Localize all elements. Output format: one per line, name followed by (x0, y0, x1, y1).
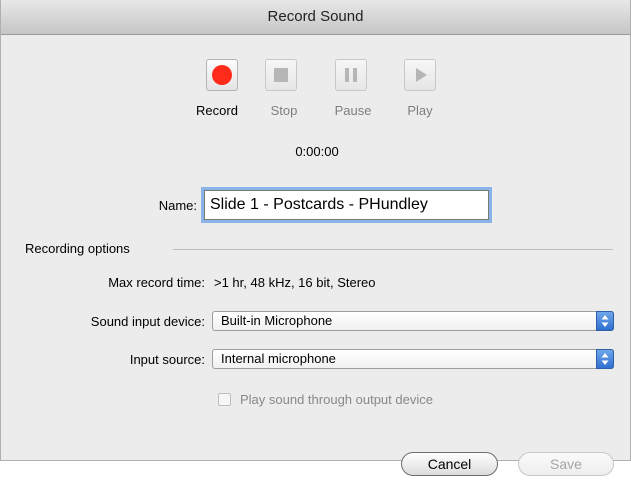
elapsed-time: 0:00:00 (295, 144, 339, 159)
play-button[interactable] (404, 59, 436, 91)
recording-options-heading: Recording options (25, 241, 130, 256)
play-through-output-checkbox[interactable] (218, 393, 231, 406)
window-title: Record Sound (1, 0, 630, 35)
sound-input-device-label: Sound input device: (90, 314, 205, 329)
record-label: Record (196, 103, 238, 118)
max-record-time-label: Max record time: (108, 275, 205, 290)
pause-icon (345, 68, 357, 82)
record-icon (212, 65, 232, 85)
play-icon (416, 68, 427, 82)
popup-arrows-icon (596, 311, 614, 331)
save-button[interactable]: Save (518, 452, 614, 476)
input-source-select[interactable]: Internal microphone (212, 349, 614, 369)
cancel-button[interactable]: Cancel (401, 452, 498, 476)
name-label: Name: (158, 198, 197, 213)
pause-label: Pause (334, 103, 372, 118)
pause-button[interactable] (335, 59, 367, 91)
sound-input-device-value: Built-in Microphone (221, 313, 333, 328)
stop-icon (274, 68, 288, 82)
input-source-value: Internal microphone (221, 351, 336, 366)
sound-input-device-select[interactable]: Built-in Microphone (212, 311, 614, 331)
stop-label: Stop (270, 103, 298, 118)
record-button[interactable] (206, 59, 238, 91)
section-divider (173, 249, 613, 250)
record-sound-dialog: Record Sound Record Stop Pause Play 0:00… (0, 0, 631, 461)
play-through-output-label: Play sound through output device (240, 392, 433, 407)
stop-button[interactable] (265, 59, 297, 91)
max-record-time-value: >1 hr, 48 kHz, 16 bit, Stereo (214, 275, 376, 290)
input-source-label: Input source: (129, 352, 205, 367)
popup-arrows-icon (596, 349, 614, 369)
play-label: Play (407, 103, 433, 118)
name-input[interactable]: Slide 1 - Postcards - PHundley (204, 190, 489, 220)
